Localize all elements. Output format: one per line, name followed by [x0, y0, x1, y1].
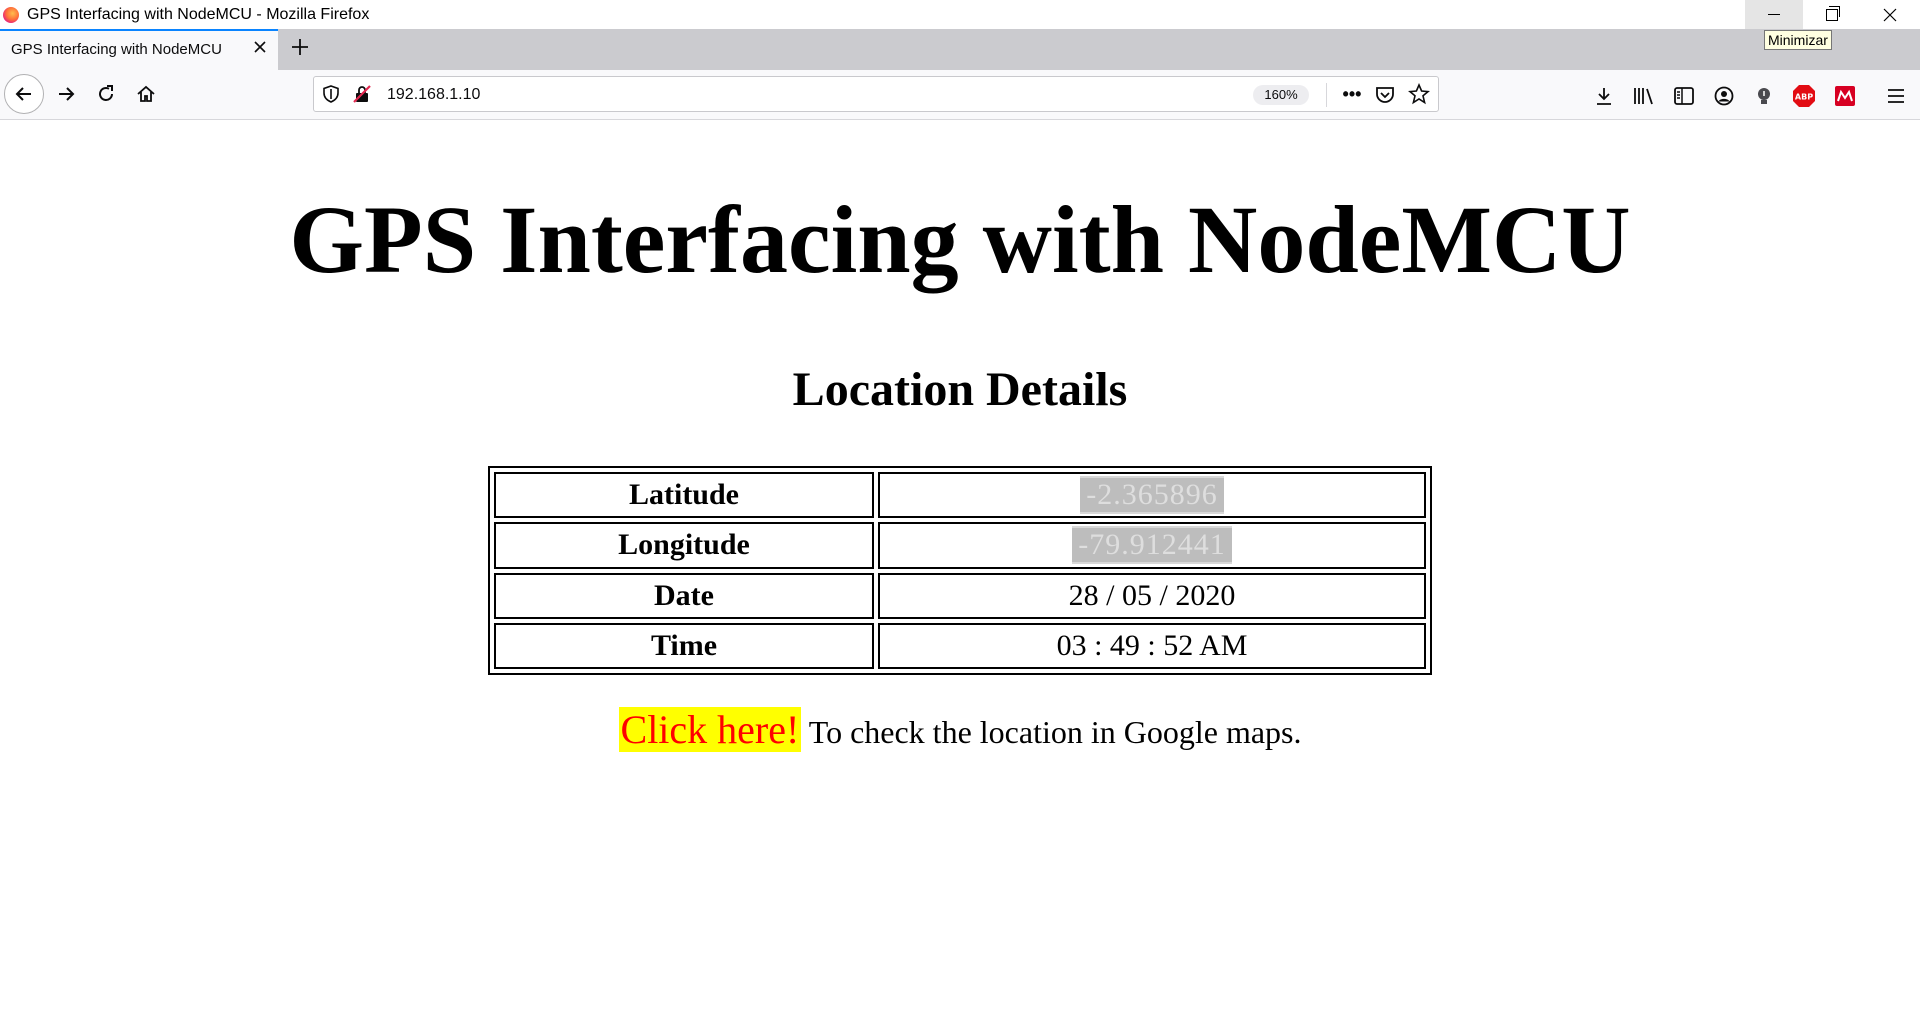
- maps-link-line: Click here! To check the location in Goo…: [0, 707, 1920, 754]
- reload-icon: [99, 85, 113, 101]
- page-actions-icon[interactable]: •••: [1339, 84, 1365, 104]
- section-heading: Location Details: [792, 363, 1128, 416]
- location-table: Latitude -2.365896 Longitude -79.912441 …: [488, 466, 1432, 675]
- new-tab-button[interactable]: [285, 34, 315, 64]
- extension-red-icon[interactable]: [1832, 83, 1858, 109]
- restore-button[interactable]: [1803, 0, 1861, 29]
- back-arrow-icon: [15, 87, 31, 101]
- longitude-label: Longitude: [494, 522, 874, 569]
- table-row: Time 03 : 49 : 52 AM: [494, 622, 1426, 669]
- window-title: GPS Interfacing with NodeMCU - Mozilla F…: [27, 6, 370, 23]
- urlbar-divider: [1326, 83, 1327, 107]
- table-row: Date 28 / 05 / 2020: [494, 572, 1426, 619]
- window-titlebar: GPS Interfacing with NodeMCU - Mozilla F…: [0, 0, 1920, 29]
- redacted-latitude: -2.365896: [1080, 476, 1224, 515]
- zoom-level-badge[interactable]: 160%: [1253, 85, 1309, 105]
- date-label: Date: [494, 572, 874, 619]
- firefox-logo-icon: [3, 7, 19, 23]
- google-maps-link[interactable]: Click here!: [618, 707, 802, 752]
- pocket-icon[interactable]: [1374, 84, 1396, 106]
- latitude-label: Latitude: [494, 472, 874, 519]
- library-icon[interactable]: [1632, 84, 1656, 108]
- downloads-icon[interactable]: [1592, 84, 1616, 108]
- date-value: 28 / 05 / 2020: [878, 572, 1426, 619]
- home-icon: [137, 85, 155, 102]
- close-window-button[interactable]: [1861, 0, 1919, 29]
- url-bar[interactable]: 192.168.1.10 160% •••: [313, 76, 1439, 112]
- web-page: GPS Interfacing with NodeMCU Location De…: [0, 120, 1920, 1028]
- latitude-value: -2.365896: [878, 472, 1426, 519]
- home-button[interactable]: [130, 78, 162, 110]
- back-button[interactable]: [4, 74, 44, 114]
- bookmark-star-icon[interactable]: [1408, 83, 1430, 105]
- tab-strip: GPS Interfacing with NodeMCU: [0, 29, 1920, 70]
- minimize-tooltip: Minimizar: [1764, 30, 1832, 50]
- insecure-connection-icon[interactable]: [352, 84, 372, 104]
- longitude-value: -79.912441: [878, 522, 1426, 569]
- account-icon[interactable]: [1712, 84, 1736, 108]
- extension-lightbulb-icon[interactable]: [1752, 84, 1776, 108]
- navigation-toolbar: 192.168.1.10 160% ••• ABP: [0, 70, 1920, 120]
- tab-label: GPS Interfacing with NodeMCU: [11, 41, 222, 58]
- time-value: 03 : 49 : 52 AM: [878, 622, 1426, 669]
- hamburger-menu-icon[interactable]: [1884, 84, 1908, 108]
- close-tab-icon[interactable]: [250, 38, 270, 58]
- adblock-plus-icon[interactable]: ABP: [1791, 83, 1817, 109]
- forward-button[interactable]: [50, 78, 82, 110]
- forward-arrow-icon: [59, 87, 75, 101]
- minimize-button[interactable]: [1745, 0, 1803, 29]
- maps-link-description: To check the location in Google maps.: [801, 714, 1302, 750]
- sidebar-icon[interactable]: [1672, 84, 1696, 108]
- table-row: Latitude -2.365896: [494, 472, 1426, 519]
- abp-badge-text: ABP: [1795, 93, 1813, 102]
- redacted-longitude: -79.912441: [1072, 526, 1232, 565]
- table-row: Longitude -79.912441: [494, 522, 1426, 569]
- time-label: Time: [494, 622, 874, 669]
- reload-button[interactable]: [90, 78, 122, 110]
- url-text[interactable]: 192.168.1.10: [387, 86, 480, 104]
- tracking-shield-icon[interactable]: [321, 84, 341, 104]
- page-title: GPS Interfacing with NodeMCU: [289, 186, 1631, 293]
- tab-gps-page[interactable]: GPS Interfacing with NodeMCU: [0, 29, 278, 70]
